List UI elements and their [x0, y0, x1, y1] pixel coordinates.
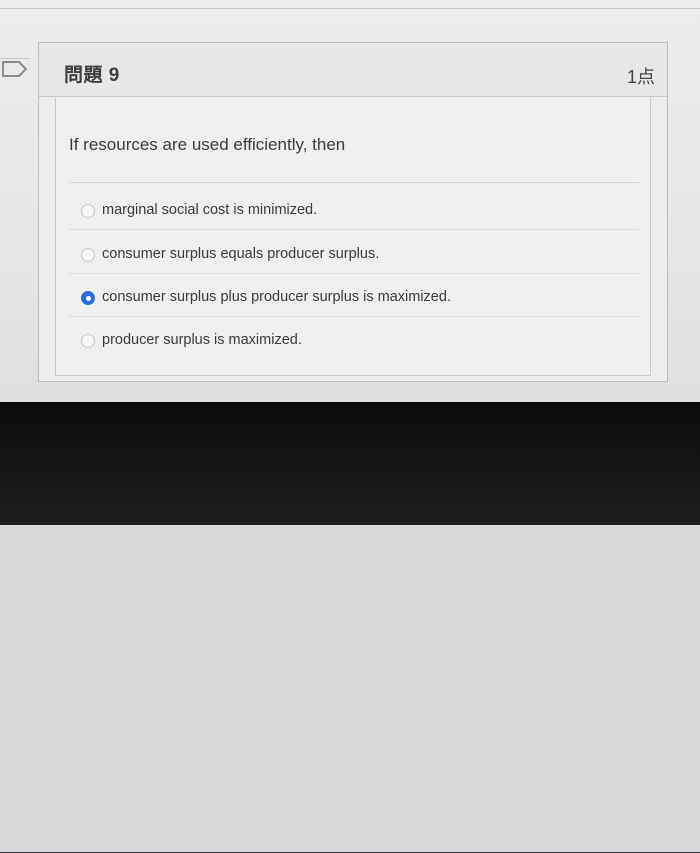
question-header: 問題 9 1点	[39, 43, 667, 97]
answer-option[interactable]: producer surplus is maximized.	[56, 324, 652, 360]
answer-label[interactable]: marginal social cost is minimized.	[102, 202, 317, 218]
radio-button[interactable]	[81, 334, 95, 348]
radio-button[interactable]	[81, 248, 95, 262]
answer-option[interactable]: consumer surplus equals producer surplus…	[56, 238, 652, 274]
question-points: 1点	[626, 67, 655, 87]
answer-label[interactable]: consumer surplus plus producer surplus i…	[102, 289, 451, 305]
flag-outline-icon[interactable]	[1, 60, 29, 78]
question-card: 問題 9 1点 If resources are used efficientl…	[38, 42, 668, 382]
question-title: 問題 9	[64, 65, 120, 86]
answer-label[interactable]: producer surplus is maximized.	[102, 332, 302, 348]
monitor-bezel	[0, 402, 700, 853]
answer-option[interactable]: marginal social cost is minimized.	[56, 194, 652, 230]
divider	[69, 229, 639, 230]
answer-option-selected[interactable]: consumer surplus plus producer surplus i…	[56, 281, 652, 317]
divider	[69, 273, 639, 274]
radio-button[interactable]	[81, 204, 95, 218]
question-text: If resources are used efficiently, then	[69, 135, 346, 154]
answer-label[interactable]: consumer surplus equals producer surplus…	[102, 246, 379, 262]
quiz-screen: 問題 9 1点 If resources are used efficientl…	[0, 0, 700, 402]
question-body: If resources are used efficiently, then …	[55, 98, 651, 376]
divider	[69, 316, 639, 317]
radio-button-selected[interactable]	[81, 291, 95, 305]
divider	[0, 58, 30, 59]
divider	[0, 8, 700, 9]
divider	[69, 182, 639, 183]
